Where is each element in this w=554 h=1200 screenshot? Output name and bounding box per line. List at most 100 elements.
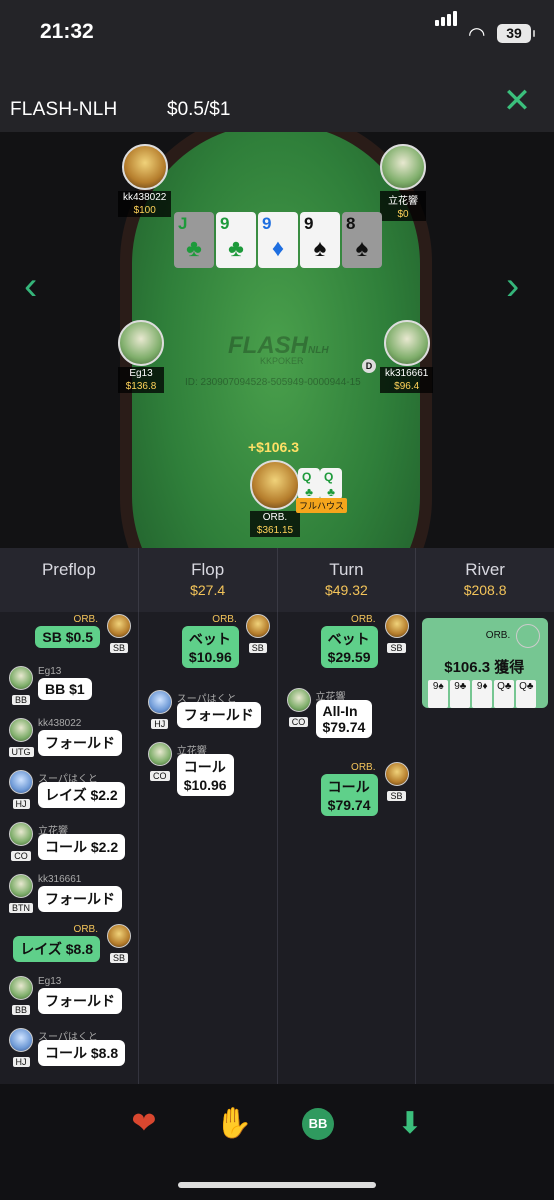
winner-name: ORB. [485, 630, 511, 641]
board-card: 9 ♠ [300, 212, 340, 268]
like-icon[interactable]: ❤ [124, 1104, 164, 1144]
player-name: kk438022 [118, 191, 172, 204]
mini-card: 9♠ [428, 680, 449, 708]
action-row: HJ スーパはくと フォールド [139, 690, 277, 738]
player-name: kk316661 [380, 367, 434, 380]
player-seat[interactable]: kk316661 $96.4 [380, 320, 434, 393]
wifi-icon: ◠ [468, 24, 486, 46]
download-icon[interactable]: ⬇ [390, 1104, 430, 1144]
action-bubble: ベット $10.96 [181, 626, 239, 668]
action-bubble: コール $10.96 [176, 754, 234, 796]
action-row: BTN kk316661 フォールド [0, 874, 138, 922]
close-icon[interactable]: ✕ [500, 84, 534, 118]
action-row: ORB. SB コール $79.74 [278, 762, 416, 832]
win-label: $106.3 獲得 [444, 659, 525, 676]
player-stack: $96.4 [380, 380, 434, 393]
player-seat[interactable]: kk438022 $100 [118, 144, 172, 217]
avatar [9, 666, 33, 690]
hero-card: Q ♣ [320, 468, 342, 500]
avatar [245, 614, 270, 638]
action-bubble: フォールド [176, 702, 261, 728]
poker-table: ‹ › FLASHNLH KKPOKER ID: 230907094528-50… [0, 132, 554, 548]
board-card: J ♣ [174, 212, 214, 268]
avatar [9, 822, 33, 846]
hand-icon[interactable]: ✋ [214, 1104, 254, 1144]
table-brand: KKPOKER [260, 356, 304, 366]
tab-preflop[interactable]: Preflop [0, 548, 139, 612]
board-card: 9 ♦ [258, 212, 298, 268]
avatar [147, 742, 172, 766]
action-bubble: ベット $29.59 [320, 626, 378, 668]
board-card: 9 ♣ [216, 212, 256, 268]
bb-icon[interactable]: BB [302, 1108, 334, 1140]
hero-seat[interactable]: ORB. $361.15 [250, 460, 300, 537]
action-row: HJ スーパはくと コール $8.8 [0, 1028, 138, 1076]
avatar [147, 690, 172, 714]
action-bubble: フォールド [38, 988, 122, 1014]
action-bubble: コール $8.8 [38, 1040, 126, 1066]
tab-flop[interactable]: Flop $27.4 [139, 548, 278, 612]
avatar [250, 460, 300, 510]
player-stack: $361.15 [250, 524, 300, 537]
mini-card: 9♣ [450, 680, 471, 708]
avatar [9, 874, 33, 898]
action-row: ORB. SB レイズ $8.8 [0, 924, 138, 972]
action-row: BB Eg13 フォールド [0, 976, 138, 1024]
previous-hand-icon[interactable]: ‹ [24, 264, 37, 309]
winning-cards: 9♠ 9♣ 9♦ Q♣ Q♣ [428, 676, 538, 708]
action-row: CO 立花響 All-In $79.74 [278, 688, 416, 758]
river-actions: ORB. $106.3 獲得 9♠ 9♣ 9♦ Q♣ Q♣ [416, 612, 554, 1084]
hand-rank-badge: フルハウス [296, 498, 348, 513]
action-history: ORB. SB SB $0.5 BB Eg13 BB $1 UTG kk4380… [0, 612, 554, 1084]
action-row: ORB. SB SB $0.5 [0, 614, 138, 662]
action-bubble: レイズ $2.2 [38, 782, 125, 808]
avatar [107, 614, 131, 638]
game-header: FLASH-NLH $0.5/$1 ✕ [0, 68, 554, 132]
action-row: BB Eg13 BB $1 [0, 666, 138, 714]
player-name: ORB. [250, 511, 300, 524]
player-seat[interactable]: 立花響 $0 [380, 144, 426, 221]
tab-turn[interactable]: Turn $49.32 [278, 548, 417, 612]
tab-river[interactable]: River $208.8 [416, 548, 554, 612]
mini-card: Q♣ [494, 680, 515, 708]
avatar [118, 320, 164, 366]
mini-card: Q♣ [516, 680, 537, 708]
status-bar: 21:32 ◠ 39 [0, 0, 554, 68]
action-bubble: フォールド [38, 730, 122, 756]
battery-icon: 39 [497, 24, 535, 43]
blinds-label: $0.5/$1 [167, 99, 231, 120]
action-bubble: BB $1 [38, 678, 92, 700]
action-row: HJ スーパはくと レイズ $2.2 [0, 770, 138, 818]
table-logo-sub: NLH [308, 345, 329, 356]
turn-actions: ORB. SB ベット $29.59 CO 立花響 All-In $79.74 OR… [278, 612, 417, 1084]
action-bubble: All-In $79.74 [315, 700, 373, 738]
home-indicator [178, 1182, 376, 1188]
status-time: 21:32 [40, 20, 94, 43]
avatar [286, 688, 311, 712]
action-bubble: コール $2.2 [38, 834, 126, 860]
avatar [384, 614, 409, 638]
win-amount: +$106.3 [248, 439, 299, 455]
hand-id: ID: 230907094528-505949-0000944-15 [185, 377, 361, 388]
player-name: 立花響 [380, 191, 426, 208]
hero-card: Q ♣ [298, 468, 320, 500]
action-bubble: フォールド [38, 886, 122, 912]
avatar [9, 1028, 33, 1052]
player-seat[interactable]: Eg13 $136.8 [118, 320, 164, 393]
action-row: ORB. SB ベット $29.59 [278, 614, 416, 684]
avatar [9, 718, 33, 742]
preflop-actions: ORB. SB SB $0.5 BB Eg13 BB $1 UTG kk4380… [0, 612, 139, 1084]
flop-actions: ORB. SB ベット $10.96 HJ スーパはくと フォールド CO 立花響… [139, 612, 278, 1084]
player-stack: $136.8 [118, 380, 164, 393]
action-row: UTG kk438022 フォールド [0, 718, 138, 766]
action-bubble: SB $0.5 [35, 626, 100, 648]
action-bubble: レイズ $8.8 [13, 936, 100, 962]
win-result: ORB. $106.3 獲得 9♠ 9♣ 9♦ Q♣ Q♣ [422, 618, 549, 708]
action-row: CO 立花響 コール $10.96 [139, 742, 277, 812]
next-hand-icon[interactable]: › [506, 264, 519, 309]
avatar [9, 770, 33, 794]
avatar [9, 976, 33, 1000]
player-stack: $0 [380, 208, 426, 221]
avatar [107, 924, 131, 948]
action-bubble: コール $79.74 [320, 774, 378, 816]
